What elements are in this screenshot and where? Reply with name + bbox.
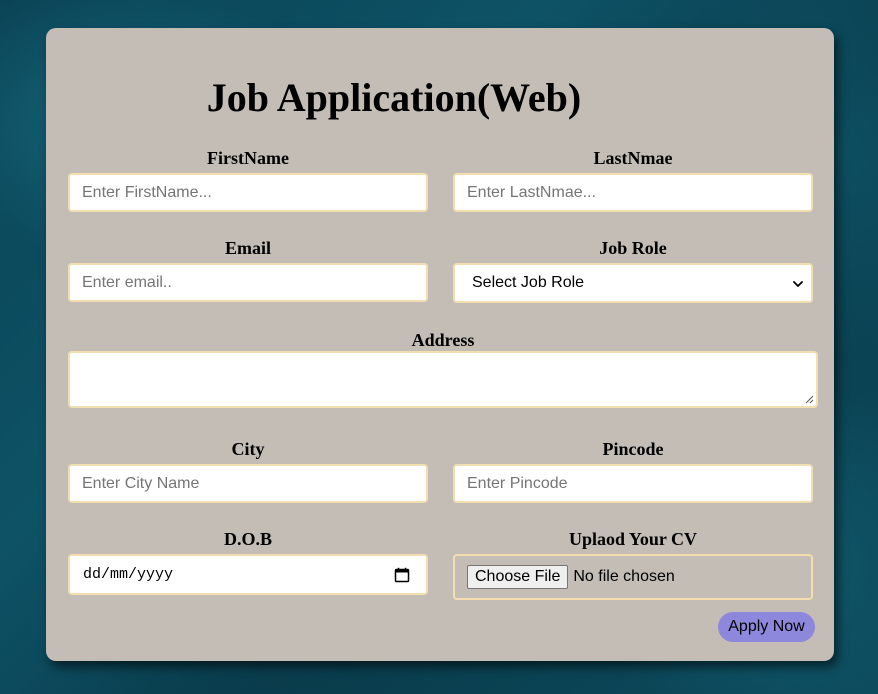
city-input[interactable] xyxy=(68,464,428,503)
job-role-selected-value: Select Job Role xyxy=(472,274,585,291)
job-role-select[interactable]: Select Job Role xyxy=(453,263,813,303)
apply-now-button[interactable]: Apply Now xyxy=(718,612,815,642)
first-name-input[interactable] xyxy=(68,173,428,212)
cv-upload-field: Choose File No file chosen xyxy=(453,554,813,600)
pincode-input[interactable] xyxy=(453,464,813,503)
email-label: Email xyxy=(224,238,271,258)
page-title: Job Application(Web) xyxy=(206,75,582,120)
job-role-label: Job Role xyxy=(599,238,667,258)
pincode-label: Pincode xyxy=(602,439,664,459)
chevron-down-icon xyxy=(793,281,803,287)
cv-upload-label: Uplaod Your CV xyxy=(568,529,698,549)
choose-file-button[interactable]: Choose File xyxy=(467,565,569,589)
resize-handle-icon[interactable] xyxy=(805,395,814,404)
file-status-text: No file chosen xyxy=(573,568,675,585)
last-name-label: LastNmae xyxy=(593,148,673,168)
address-textarea[interactable] xyxy=(68,351,818,408)
last-name-input[interactable] xyxy=(453,173,813,212)
first-name-label: FirstName xyxy=(207,148,289,168)
email-input[interactable] xyxy=(68,263,428,302)
address-label: Address xyxy=(411,330,475,350)
calendar-icon[interactable] xyxy=(394,567,410,583)
city-label: City xyxy=(231,439,265,459)
dob-input[interactable]: dd/mm/yyyy xyxy=(68,554,428,595)
dob-label: D.O.B xyxy=(223,529,272,549)
dob-value: dd/mm/yyyy xyxy=(83,566,174,583)
